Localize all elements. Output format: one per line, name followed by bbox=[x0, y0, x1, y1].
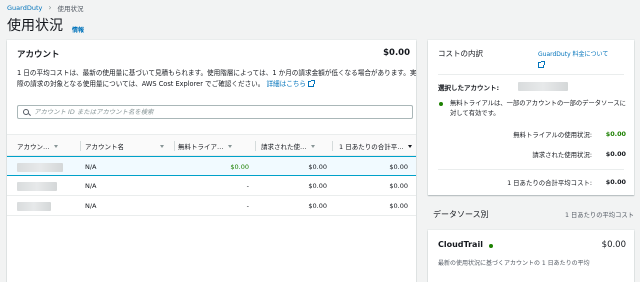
redacted-selected-account bbox=[518, 82, 568, 91]
col-billed-label: 請求された使… bbox=[261, 143, 307, 151]
trial-usage-value: $0.00 bbox=[605, 130, 626, 138]
free-trial-note: 無料トライアルは、一部のアカウントの一部のデータソースに対して有効です。 bbox=[450, 100, 626, 117]
sort-caret-icon bbox=[310, 144, 315, 148]
table-row[interactable]: N/A $0.00 $0.00 $0.00 bbox=[7, 156, 416, 176]
col-account-id-label: アカウン… bbox=[17, 143, 50, 151]
billed-cell: $0.00 bbox=[308, 163, 327, 171]
data-source-heading: データソース別 bbox=[433, 210, 489, 219]
sort-caret-icon bbox=[407, 144, 412, 148]
daily-total-cell: $0.00 bbox=[389, 163, 408, 171]
free-trial-cell: - bbox=[246, 182, 249, 190]
col-daily-total[interactable]: 1 日あたりの合計平… bbox=[339, 135, 416, 157]
cloudtrail-card: CloudTrail $0.00 最新の使用状況に基づくアカウントの 1 日あた… bbox=[428, 230, 634, 282]
free-trial-cell: $0.00 bbox=[178, 157, 249, 177]
account-name-cell: N/A bbox=[85, 202, 97, 210]
account-name-cell: N/A bbox=[85, 182, 97, 190]
account-name-cell: N/A bbox=[85, 163, 97, 171]
account-id-cell bbox=[17, 176, 57, 196]
billed-usage-label: 請求された使用状況: bbox=[532, 151, 592, 159]
column-divider bbox=[255, 141, 256, 151]
free-trial-value: $0.00 bbox=[230, 163, 249, 171]
daily-avg-label: 1 日あたりの合計平均コスト: bbox=[507, 179, 592, 187]
col-account-name[interactable]: アカウント名 bbox=[85, 135, 175, 157]
search-input[interactable] bbox=[34, 107, 404, 117]
accounts-total: $0.00 bbox=[383, 48, 410, 58]
selected-account-label: 選択したアカウント: bbox=[438, 84, 500, 92]
trial-usage-label: 無料トライアルの使用状況: bbox=[513, 131, 592, 139]
sort-caret-icon bbox=[53, 144, 58, 148]
status-dot-icon bbox=[489, 244, 493, 248]
billed-cell: $0.00 bbox=[308, 202, 327, 210]
column-divider bbox=[174, 141, 175, 151]
page-title: 使用状況 bbox=[7, 18, 63, 34]
breadcrumb-current: 使用状況 bbox=[57, 5, 84, 13]
redacted-account-id bbox=[17, 181, 57, 191]
billed-usage-value: $0.00 bbox=[605, 150, 626, 158]
daily-avg-value: $0.00 bbox=[605, 178, 626, 186]
free-trial-cell: - bbox=[246, 202, 249, 210]
col-daily-total-label: 1 日あたりの合計平… bbox=[339, 143, 404, 151]
table-row[interactable]: N/A - $0.00 $0.00 bbox=[7, 176, 416, 196]
cost-breakdown-panel: コストの内訳 GuardDuty 料金について 選択したアカウント: 無料トライ… bbox=[428, 40, 634, 195]
column-divider bbox=[332, 141, 333, 151]
divider bbox=[438, 74, 624, 75]
accounts-description-text: 1 日の平均コストは、最新の使用量に基づいて見積もられます。使用階層によっては、… bbox=[17, 69, 417, 88]
account-id-cell bbox=[17, 157, 63, 177]
daily-total-cell: $0.00 bbox=[389, 202, 408, 210]
pricing-link[interactable]: GuardDuty 料金について bbox=[538, 51, 608, 59]
column-divider bbox=[80, 141, 81, 151]
redacted-account-id bbox=[17, 201, 51, 211]
info-link[interactable]: 情報 bbox=[72, 25, 84, 34]
breadcrumb-guardduty-link[interactable]: GuardDuty bbox=[7, 4, 42, 12]
table-header: アカウン… アカウント名 無料トライア… 請求された使… 1 日あたりの合計平… bbox=[7, 134, 416, 156]
accounts-title: アカウント bbox=[17, 50, 60, 60]
external-link-icon[interactable] bbox=[538, 61, 545, 68]
col-billed[interactable]: 請求された使… bbox=[261, 135, 333, 157]
accounts-panel: アカウント $0.00 1 日の平均コストは、最新の使用量に基づいて見積もられま… bbox=[7, 40, 416, 282]
cloudtrail-value: $0.00 bbox=[601, 240, 626, 250]
accounts-description: 1 日の平均コストは、最新の使用量に基づいて見積もられます。使用階層によっては、… bbox=[17, 68, 417, 90]
cloudtrail-description: 最新の使用状況に基づくアカウントの 1 日あたりの平均 bbox=[438, 260, 590, 267]
divider bbox=[438, 169, 624, 170]
account-id-cell bbox=[17, 196, 51, 216]
col-free-trial-label: 無料トライア… bbox=[178, 143, 224, 151]
account-search bbox=[17, 105, 413, 119]
billed-cell: $0.00 bbox=[308, 182, 327, 190]
table-row[interactable]: N/A - $0.00 $0.00 bbox=[7, 196, 416, 216]
col-account-id[interactable]: アカウン… bbox=[17, 135, 81, 157]
sort-caret-icon bbox=[160, 144, 164, 148]
col-account-name-label: アカウント名 bbox=[85, 143, 124, 151]
accounts-table: アカウン… アカウント名 無料トライア… 請求された使… 1 日あたりの合計平… bbox=[7, 134, 416, 216]
details-link[interactable]: 詳細はこちら bbox=[266, 80, 306, 88]
search-icon bbox=[23, 109, 29, 115]
redacted-account-id bbox=[17, 162, 63, 172]
col-free-trial[interactable]: 無料トライア… bbox=[178, 135, 256, 157]
breadcrumb: GuardDuty › 使用状況 bbox=[7, 3, 84, 14]
sort-caret-icon bbox=[227, 144, 232, 148]
daily-total-cell: $0.00 bbox=[389, 182, 408, 190]
data-source-subheading: 1 日あたりの平均コスト bbox=[565, 212, 634, 219]
chevron-right-icon: › bbox=[48, 3, 52, 12]
external-link-icon[interactable] bbox=[308, 80, 316, 87]
cost-breakdown-title: コストの内訳 bbox=[438, 49, 483, 58]
cloudtrail-name: CloudTrail bbox=[438, 240, 483, 249]
status-dot-icon bbox=[439, 102, 443, 106]
